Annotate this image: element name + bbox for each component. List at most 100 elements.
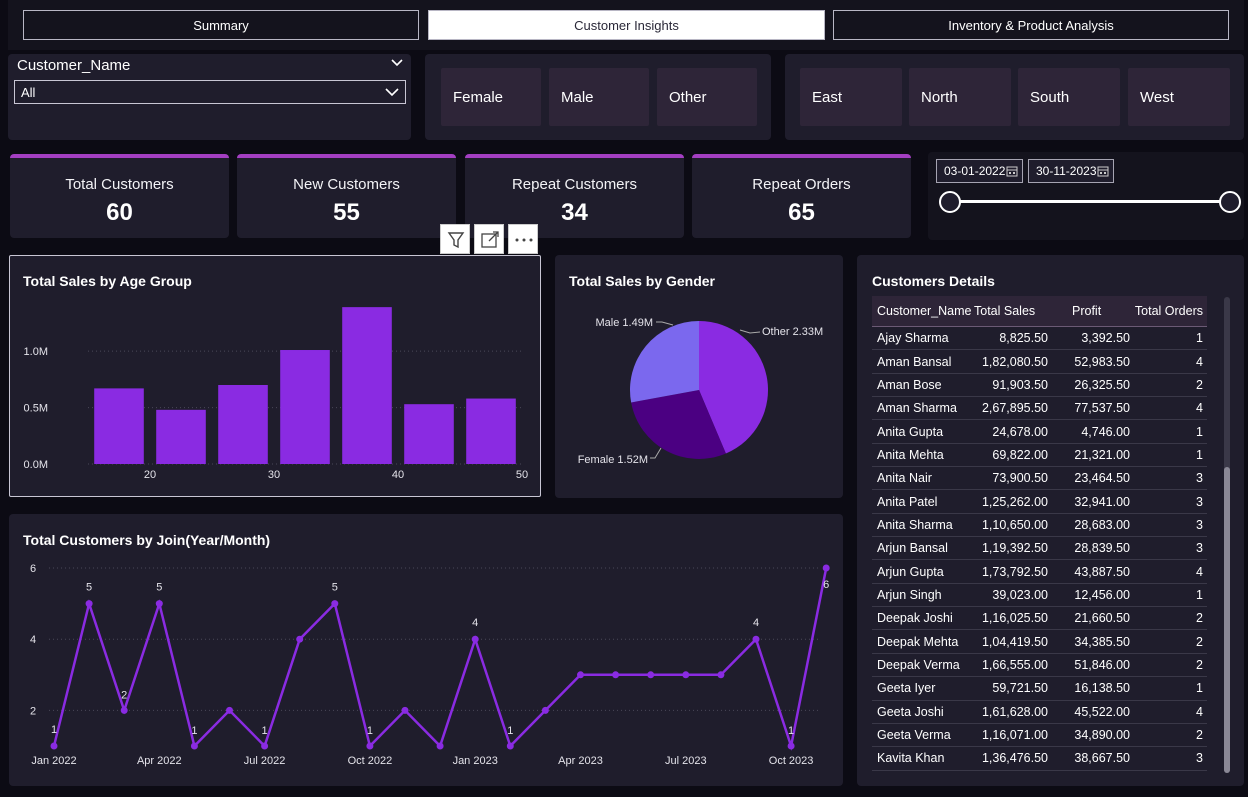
cell-customer-name: Deepak Mehta [877,634,959,649]
y-tick-label: 1.0M [24,346,48,358]
data-point [577,671,584,679]
date-start-value: 03-01-2022 [944,164,1006,178]
cell-profit: 3,392.50 [1081,331,1130,346]
more-options-icon[interactable] [508,224,538,254]
cell-customer-name: Anita Sharma [877,517,953,532]
date-range-track[interactable] [950,200,1230,203]
y-tick-label: 0.0M [24,459,48,471]
data-point [787,742,795,750]
gender-tile-male[interactable]: Male [549,68,649,126]
bar [342,307,392,464]
table-scrollbar[interactable] [1224,297,1230,773]
tab-customer-insights[interactable]: Customer Insights [428,10,825,40]
date-start-input[interactable]: 03-01-2022 [936,159,1023,183]
cell-total-orders: 4 [1196,401,1203,416]
table-row[interactable]: Ajay Sharma 8,825.50 3,392.50 1 [872,327,1207,351]
table-row[interactable]: Anita Sharma 1,10,650.00 28,683.00 3 [872,514,1207,538]
data-point [541,706,549,714]
table-row[interactable]: Anita Gupta 24,678.00 4,746.00 1 [872,420,1207,444]
data-point [752,635,760,643]
gender-tile-female[interactable]: Female [441,68,541,126]
table-row[interactable]: Anita Mehta 69,822.00 21,321.00 1 [872,444,1207,468]
header-profit[interactable]: Profit [1048,304,1130,318]
date-range-start-handle[interactable] [939,191,961,213]
cell-total-sales: 1,04,419.50 [981,634,1048,649]
kpi-new-customers: New Customers 55 [237,154,456,238]
cell-total-orders: 2 [1196,611,1203,626]
region-tile-west[interactable]: West [1128,68,1230,126]
date-end-value: 30-11-2023 [1036,164,1097,178]
table-row[interactable]: Aman Bansal 1,82,080.50 52,983.50 4 [872,350,1207,374]
table-row[interactable]: Geeta Verma 1,16,071.00 34,890.00 2 [872,724,1207,748]
cell-total-orders: 1 [1196,447,1203,462]
table-row[interactable]: Deepak Mehta 1,04,419.50 34,385.50 2 [872,630,1207,654]
table-row[interactable]: Deepak Joshi 1,16,025.50 21,660.50 2 [872,607,1207,631]
customer-slicer-label: Customer_Name [17,57,131,74]
cell-profit: 34,385.50 [1074,634,1130,649]
cell-profit: 4,746.00 [1081,424,1130,439]
cell-profit: 52,983.50 [1074,354,1130,369]
header-total-orders[interactable]: Total Orders [1130,304,1207,318]
cell-profit: 32,941.00 [1074,494,1130,509]
table-row[interactable]: Anita Patel 1,25,262.00 32,941.00 3 [872,490,1207,514]
cell-total-sales: 39,023.00 [992,587,1048,602]
table-row[interactable]: Aman Sharma 2,67,895.50 77,537.50 4 [872,397,1207,421]
table-body: Ajay Sharma 8,825.50 3,392.50 1 Aman Bansal 1… [872,327,1207,771]
customer-dropdown[interactable]: All [14,80,406,104]
table-row[interactable]: Arjun Bansal 1,19,392.50 28,839.50 3 [872,537,1207,561]
data-label: 1 [262,725,268,737]
calendar-icon[interactable] [1097,165,1109,177]
date-end-input[interactable]: 30-11-2023 [1028,159,1114,183]
cell-profit: 21,660.50 [1074,611,1130,626]
table-row[interactable]: Arjun Singh 39,023.00 12,456.00 1 [872,584,1207,608]
cell-total-sales: 24,678.00 [992,424,1048,439]
data-point [261,742,269,750]
cell-total-sales: 73,900.50 [992,471,1048,486]
data-point [506,742,514,750]
region-tile-south[interactable]: South [1018,68,1120,126]
filter-icon[interactable] [440,224,470,254]
chevron-down-icon[interactable] [391,58,403,68]
data-label: 1 [51,724,57,736]
cell-profit: 16,138.50 [1074,681,1130,696]
tab-summary[interactable]: Summary [23,10,419,40]
cell-total-sales: 59,721.50 [992,681,1048,696]
x-tick-label: Jan 2023 [453,755,498,767]
calendar-icon[interactable] [1006,165,1018,177]
kpi-total-customers: Total Customers 60 [10,154,229,238]
table-row[interactable]: Aman Bose 91,903.50 26,325.50 2 [872,374,1207,398]
header-total-sales[interactable]: Total Sales [970,304,1048,318]
table-row[interactable]: Arjun Gupta 1,73,792.50 43,887.50 4 [872,560,1207,584]
data-label: 5 [332,582,338,594]
table-scrollbar-thumb[interactable] [1224,467,1230,773]
cell-total-orders: 4 [1196,704,1203,719]
join-line-svg: 2 4 6 1 5 2 5 1 1 5 1 4 1 4 1 6 Jan 2022 Apr 2022 Jul 2022… [30,563,830,767]
cell-profit: 26,325.50 [1074,377,1130,392]
region-tile-north[interactable]: North [909,68,1011,126]
region-tile-east[interactable]: East [800,68,902,126]
table-row[interactable]: Deepak Verma 1,66,555.00 51,846.00 2 [872,654,1207,678]
cell-profit: 28,839.50 [1074,541,1130,556]
gender-tile-other[interactable]: Other [657,68,757,126]
table-row[interactable]: Anita Nair 73,900.50 23,464.50 3 [872,467,1207,491]
focus-mode-icon[interactable] [474,224,504,254]
kpi-value: 34 [561,199,588,226]
date-range-end-handle[interactable] [1219,191,1241,213]
table-row[interactable]: Geeta Joshi 1,61,628.00 45,522.00 4 [872,701,1207,724]
tab-inventory-product-analysis[interactable]: Inventory & Product Analysis [833,10,1229,40]
cell-customer-name: Geeta Iyer [877,681,936,696]
table-row[interactable]: Kavita Khan 1,36,476.50 38,667.50 3 [872,747,1207,771]
header-customer-name[interactable]: Customer_Name [872,304,971,318]
data-point [85,600,93,608]
cell-total-orders: 3 [1196,471,1203,486]
data-label: 1 [191,725,197,737]
cell-profit: 77,537.50 [1074,401,1130,416]
cell-profit: 12,456.00 [1074,587,1130,602]
table-row[interactable]: Geeta Iyer 59,721.50 16,138.50 1 [872,677,1207,701]
y-tick-label: 2 [30,705,36,717]
cell-total-sales: 1,73,792.50 [981,564,1048,579]
cell-total-orders: 2 [1196,657,1203,672]
cell-profit: 45,522.00 [1074,704,1130,719]
data-point [120,706,128,714]
data-point [155,600,163,608]
